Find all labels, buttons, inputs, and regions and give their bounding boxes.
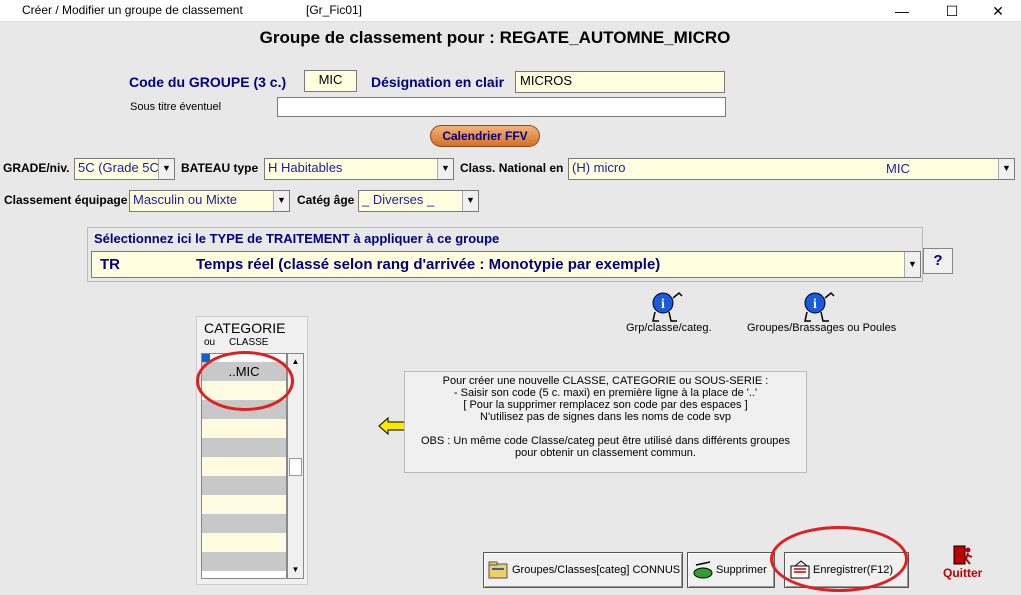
scroll-down-icon[interactable]: ▼ (288, 562, 303, 578)
supprimer-label: Supprimer (716, 564, 767, 576)
info-line: OBS : Un même code Classe/categ peut êtr… (420, 435, 791, 447)
categ-age-value: _ Diverses _ (362, 192, 435, 207)
highlight-circle (196, 351, 294, 411)
grade-label: GRADE/niv. (3, 161, 70, 175)
scroll-up-icon[interactable]: ▲ (288, 354, 303, 370)
code-groupe-label: Code du GROUPE (3 c.) (129, 74, 287, 90)
groupes-connus-label: Groupes/Classes[categ] CONNUS (512, 564, 681, 576)
folder-icon (488, 561, 508, 579)
highlight-circle (770, 526, 908, 592)
bateau-type-value: H Habitables (268, 160, 343, 175)
help-button[interactable]: ? (923, 248, 953, 274)
chevron-down-icon[interactable]: ▼ (273, 191, 289, 211)
list-item[interactable] (202, 476, 286, 495)
categorie-title: CATEGORIE (204, 320, 286, 336)
close-button[interactable]: ✕ (978, 0, 1018, 22)
info-line: - Saisir son code (5 c. maxi) en premièr… (453, 387, 758, 399)
class-national-code: MIC (886, 161, 910, 176)
info-person-icon[interactable]: i (800, 290, 840, 324)
categorie-subtitle-ou: ou (204, 337, 216, 348)
class-national-value: (H) micro (572, 160, 626, 175)
traitement-code: TR (100, 256, 120, 273)
list-item[interactable] (202, 514, 286, 533)
form-id: [Gr_Fic01] (306, 3, 363, 17)
list-item[interactable] (202, 552, 286, 571)
info-line (405, 423, 806, 435)
classement-equipage-label: Classement équipage (4, 193, 128, 207)
sous-titre-label: Sous titre éventuel (130, 101, 222, 113)
info-person-icon[interactable]: i (648, 290, 688, 324)
class-national-select[interactable]: (H) micro MIC ▼ (568, 158, 1015, 180)
categ-age-select[interactable]: _ Diverses _ ▼ (358, 190, 479, 212)
list-item[interactable] (202, 419, 286, 438)
info-line: [ Pour la supprimer remplacez son code p… (463, 399, 748, 411)
delete-icon (693, 561, 713, 579)
list-item[interactable] (202, 457, 286, 476)
svg-text:i: i (661, 297, 665, 312)
form-body: Groupe de classement pour : REGATE_AUTOM… (0, 22, 1021, 595)
designation-field[interactable]: MICROS (515, 71, 725, 93)
calendrier-ffv-button[interactable]: Calendrier FFV (430, 125, 540, 147)
bateau-type-select[interactable]: H Habitables ▼ (264, 158, 454, 180)
svg-text:i: i (813, 297, 817, 312)
chevron-down-icon[interactable]: ▼ (998, 159, 1014, 179)
code-groupe-field[interactable]: MIC (304, 70, 357, 92)
chevron-down-icon[interactable]: ▼ (904, 252, 920, 277)
info-line: N'utilisez pas de signes dans les noms d… (480, 411, 731, 423)
supprimer-button[interactable]: Supprimer (687, 552, 775, 588)
traitement-description: Temps réel (classé selon rang d'arrivée … (196, 256, 661, 273)
list-item[interactable] (202, 495, 286, 514)
classement-equipage-select[interactable]: Masculin ou Mixte ▼ (129, 190, 290, 212)
window-title: Créer / Modifier un groupe de classement (22, 3, 243, 17)
arrow-left-icon (378, 417, 406, 435)
info-text-box: Pour créer une nouvelle CLASSE, CATEGORI… (404, 371, 807, 473)
grade-value: 5C (Grade 5C (78, 160, 159, 175)
info-line: pour obtenir un classement commun. (515, 447, 696, 459)
list-item[interactable] (202, 438, 286, 457)
grp-classe-categ-caption: Grp/classe/categ. (626, 322, 712, 334)
traitement-select[interactable]: TR Temps réel (classé selon rang d'arriv… (91, 251, 921, 278)
info-line: Pour créer une nouvelle CLASSE, CATEGORI… (442, 375, 769, 387)
grade-select[interactable]: 5C (Grade 5C ▼ (74, 158, 175, 180)
quitter-button[interactable]: Quitter (940, 544, 992, 580)
title-bar: Créer / Modifier un groupe de classement… (0, 0, 1021, 22)
categ-age-label: Catég âge (297, 193, 355, 207)
exit-door-icon (953, 545, 973, 565)
maximize-button[interactable]: ☐ (932, 0, 972, 22)
traitement-group: Sélectionnez ici le TYPE de TRAITEMENT à… (87, 227, 923, 282)
quitter-label: Quitter (943, 566, 983, 580)
chevron-down-icon[interactable]: ▼ (437, 159, 453, 179)
traitement-label: Sélectionnez ici le TYPE de TRAITEMENT à… (94, 231, 500, 246)
designation-label: Désignation en clair (371, 74, 505, 90)
page-title: Groupe de classement pour : REGATE_AUTOM… (259, 28, 731, 47)
classement-equipage-value: Masculin ou Mixte (133, 192, 238, 207)
chevron-down-icon[interactable]: ▼ (158, 159, 174, 179)
bateau-type-label: BATEAU type (181, 161, 259, 175)
list-item[interactable] (202, 533, 286, 552)
minimize-button[interactable]: — (882, 0, 922, 22)
chevron-down-icon[interactable]: ▼ (462, 191, 478, 211)
groupes-brassages-caption: Groupes/Brassages ou Poules (747, 322, 897, 334)
class-national-label: Class. National en (460, 161, 564, 175)
groupes-connus-button[interactable]: Groupes/Classes[categ] CONNUS (483, 552, 683, 588)
scroll-thumb[interactable] (289, 458, 302, 476)
sous-titre-field[interactable] (277, 97, 726, 117)
categorie-subtitle-classe: CLASSE (229, 337, 269, 348)
